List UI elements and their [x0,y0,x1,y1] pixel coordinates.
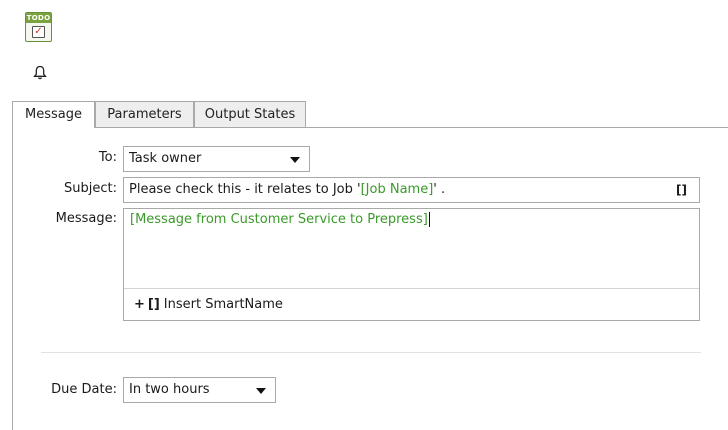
subject-field[interactable]: Please check this - it relates to Job '[… [123,177,700,203]
subject-text-prefix: Please check this - it relates to Job ' [129,182,361,197]
message-tab-panel: To: Task owner Subject: Please check thi… [12,127,728,430]
todo-badge: TODO [26,13,51,23]
message-text: [Message from Customer Service to Prepre… [130,212,430,227]
message-value: [Message from Customer Service to Prepre… [130,212,428,227]
due-date-label: Due Date: [51,382,117,397]
tab-output-states[interactable]: Output States [194,101,306,127]
section-divider [41,352,701,353]
text-cursor [428,212,430,227]
message-label: Message: [55,211,117,226]
to-label: To: [98,150,117,165]
to-select[interactable]: Task owner [123,146,310,172]
insert-smartname-button[interactable]: +[] Insert SmartName [134,297,283,312]
checkbox-icon: ✓ [32,26,45,38]
todo-task-icon: TODO ✓ [25,12,52,42]
message-field[interactable]: [Message from Customer Service to Prepre… [123,208,700,321]
subject-smartname: [Job Name] [360,182,434,197]
header-area: TODO ✓ [0,0,728,97]
plus-icon: + [134,297,145,312]
insert-smartname-label: Insert SmartName [163,297,283,312]
tab-message[interactable]: Message [12,101,95,128]
tab-parameters[interactable]: Parameters [95,101,194,127]
subject-label: Subject: [64,181,117,196]
to-select-value: Task owner [129,151,202,166]
smartname-bracket-icon: [] [147,297,160,312]
due-date-value: In two hours [129,382,210,397]
subject-text-suffix: ' . [433,182,446,197]
smartname-icon[interactable]: [] [676,178,687,202]
dropdown-arrow-icon [256,388,266,394]
dropdown-arrow-icon [290,157,300,163]
bell-icon[interactable] [33,65,47,81]
message-divider [124,288,699,289]
due-date-select[interactable]: In two hours [123,377,276,403]
